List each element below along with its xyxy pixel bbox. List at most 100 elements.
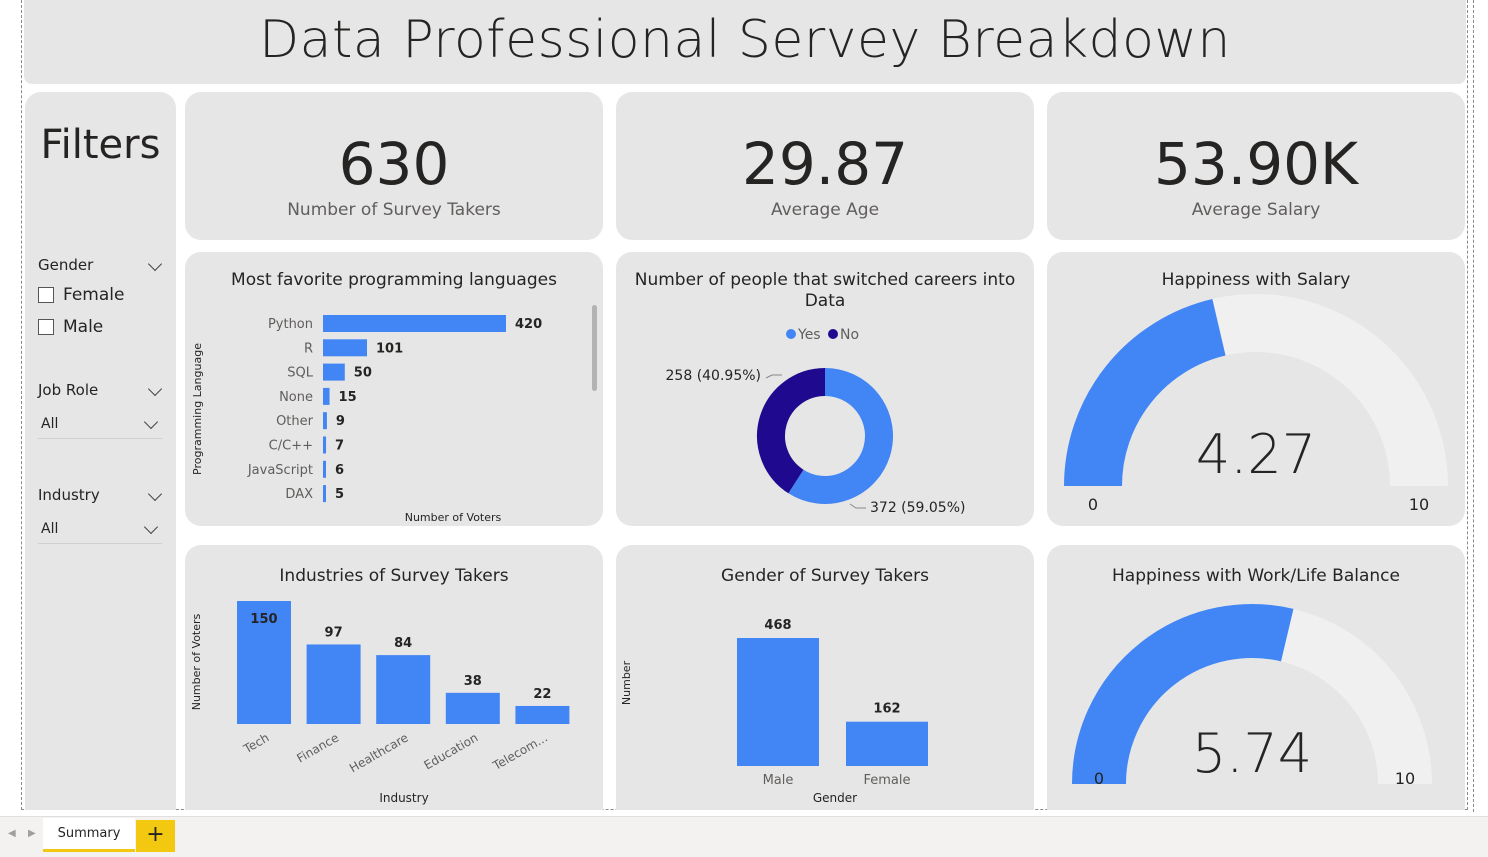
y-axis-label: Number bbox=[620, 660, 633, 705]
filters-panel bbox=[25, 92, 176, 810]
y-axis-label: Programming Language bbox=[191, 343, 204, 475]
checkbox[interactable] bbox=[38, 287, 54, 303]
y-axis-label: Number of Voters bbox=[190, 613, 203, 710]
gauge-value: 5.74 bbox=[1192, 722, 1312, 785]
data-label: 97 bbox=[325, 625, 343, 640]
title-card: Data Professional Servey Breakdown bbox=[24, 0, 1466, 84]
kpi-card-average-age[interactable]: 29.87 Average Age bbox=[616, 92, 1034, 240]
data-label: 9 bbox=[336, 414, 345, 429]
category-tick-label: DAX bbox=[285, 487, 313, 502]
page-title: Data Professional Servey Breakdown bbox=[259, 10, 1231, 70]
category-tick-label: Python bbox=[268, 317, 313, 332]
checkbox[interactable] bbox=[38, 319, 54, 335]
gender-chart: 468 Male 162 Female Gender Number bbox=[620, 618, 928, 805]
bar bbox=[323, 485, 326, 503]
data-label: 420 bbox=[515, 317, 542, 332]
category-tick-label: Female bbox=[863, 773, 910, 788]
category-tick-label: None bbox=[279, 390, 313, 405]
legend-marker bbox=[786, 329, 796, 339]
category-tick-label: Education bbox=[422, 730, 481, 772]
bar bbox=[306, 644, 361, 724]
programming-languages-chart: Python 420 R 101 SQL 50 None 15 Other 9 C/C++ 7 Java… bbox=[191, 315, 542, 524]
worklife-happiness-gauge: 5.74 0 10 bbox=[1072, 604, 1432, 788]
bar bbox=[376, 655, 431, 724]
data-label: 372 (59.05%) bbox=[870, 500, 965, 516]
data-label: 15 bbox=[339, 390, 357, 405]
category-tick-label: C/C++ bbox=[269, 439, 313, 454]
industry-dropdown[interactable]: All bbox=[38, 517, 162, 544]
dropdown-value: All bbox=[41, 416, 59, 432]
bar bbox=[737, 638, 819, 766]
filters-heading: Filters bbox=[40, 122, 161, 168]
gender-option-male[interactable]: Male bbox=[38, 317, 103, 337]
salary-happiness-gauge: 4.27 0 10 bbox=[1064, 294, 1448, 514]
data-label: 258 (40.95%) bbox=[666, 368, 761, 384]
bar bbox=[323, 339, 368, 357]
x-axis-label: Number of Voters bbox=[405, 511, 502, 524]
kpi-label: Number of Survey Takers bbox=[287, 200, 501, 220]
kpi-value: 29.87 bbox=[741, 130, 909, 198]
career-switch-donut-chart: Yes No 372 (59.05%) 258 (40.95%) bbox=[666, 327, 966, 516]
scrollbar[interactable] bbox=[592, 305, 597, 391]
gauge-min-label: 0 bbox=[1094, 769, 1104, 788]
programming-languages-card[interactable]: Most favorite programming languages Pyth… bbox=[185, 252, 603, 526]
career-switch-card[interactable]: Number of people that switched careers i… bbox=[616, 252, 1034, 526]
kpi-label: Average Age bbox=[770, 200, 880, 220]
bar bbox=[323, 387, 330, 405]
nav-left-icon[interactable]: ◀ bbox=[8, 828, 16, 839]
industries-card[interactable]: Industries of Survey Takers 150 Tech 97 Fin… bbox=[185, 545, 603, 810]
gender-option-female[interactable]: Female bbox=[38, 285, 124, 305]
leader-line bbox=[849, 503, 866, 509]
category-tick-label: JavaScript bbox=[247, 463, 313, 478]
add-page-button[interactable]: + bbox=[136, 820, 175, 852]
kpi-label: Average Salary bbox=[1191, 200, 1321, 220]
canvas-edge bbox=[1473, 0, 1474, 812]
data-label: 7 bbox=[335, 439, 344, 454]
category-tick-label: Tech bbox=[240, 730, 271, 756]
data-label: 22 bbox=[533, 687, 551, 702]
job-role-dropdown[interactable]: All bbox=[38, 412, 162, 439]
salary-happiness-card[interactable]: Happiness with Salary 4.27 0 10 bbox=[1047, 252, 1465, 526]
bar bbox=[323, 363, 345, 381]
bar bbox=[846, 721, 928, 766]
legend-label: Yes bbox=[797, 327, 821, 343]
gauge-max-label: 10 bbox=[1409, 495, 1429, 514]
data-label: 150 bbox=[250, 612, 277, 627]
dropdown-value: All bbox=[41, 521, 59, 537]
bar bbox=[323, 412, 327, 430]
data-label: 50 bbox=[354, 366, 372, 381]
gender-slicer-label: Gender bbox=[38, 256, 94, 274]
tab-summary[interactable]: Summary bbox=[43, 818, 135, 852]
donut-slice bbox=[757, 368, 826, 494]
option-label: Male bbox=[63, 317, 104, 337]
gender-card[interactable]: Gender of Survey Takers 468 Male 162 Female… bbox=[616, 545, 1034, 810]
kpi-card-average-salary[interactable]: 53.90K Average Salary bbox=[1047, 92, 1465, 240]
worklife-happiness-card[interactable]: Happiness with Work/Life Balance 5.74 0 10 bbox=[1047, 545, 1465, 810]
category-tick-label: Finance bbox=[294, 730, 341, 765]
option-label: Female bbox=[63, 285, 125, 305]
data-label: 38 bbox=[464, 674, 482, 689]
gauge-value: 4.27 bbox=[1196, 423, 1316, 486]
data-label: 162 bbox=[873, 702, 900, 717]
kpi-card-survey-takers[interactable]: 630 Number of Survey Takers bbox=[185, 92, 603, 240]
bar bbox=[445, 692, 500, 724]
x-axis-label: Industry bbox=[379, 791, 428, 805]
data-label: 5 bbox=[335, 487, 344, 502]
data-label: 6 bbox=[335, 463, 344, 478]
x-axis-label: Gender bbox=[813, 791, 857, 805]
industries-chart: 150 Tech 97 Finance 84 Healthcare 38 Education 2… bbox=[190, 601, 570, 805]
chevron-down-icon bbox=[143, 414, 159, 430]
nav-right-icon[interactable]: ▶ bbox=[28, 828, 36, 839]
job-role-slicer-label: Job Role bbox=[38, 381, 99, 399]
chevron-down-icon bbox=[143, 519, 159, 535]
industry-slicer-label: Industry bbox=[38, 486, 100, 504]
gauge-max-label: 10 bbox=[1395, 769, 1415, 788]
data-label: 101 bbox=[376, 341, 403, 356]
data-label: 468 bbox=[764, 618, 791, 633]
gauge-min-label: 0 bbox=[1088, 495, 1098, 514]
bar bbox=[515, 705, 570, 724]
category-tick-label: SQL bbox=[287, 366, 313, 381]
bar bbox=[323, 436, 327, 454]
category-tick-label: R bbox=[304, 341, 313, 356]
leader-line bbox=[765, 374, 782, 379]
